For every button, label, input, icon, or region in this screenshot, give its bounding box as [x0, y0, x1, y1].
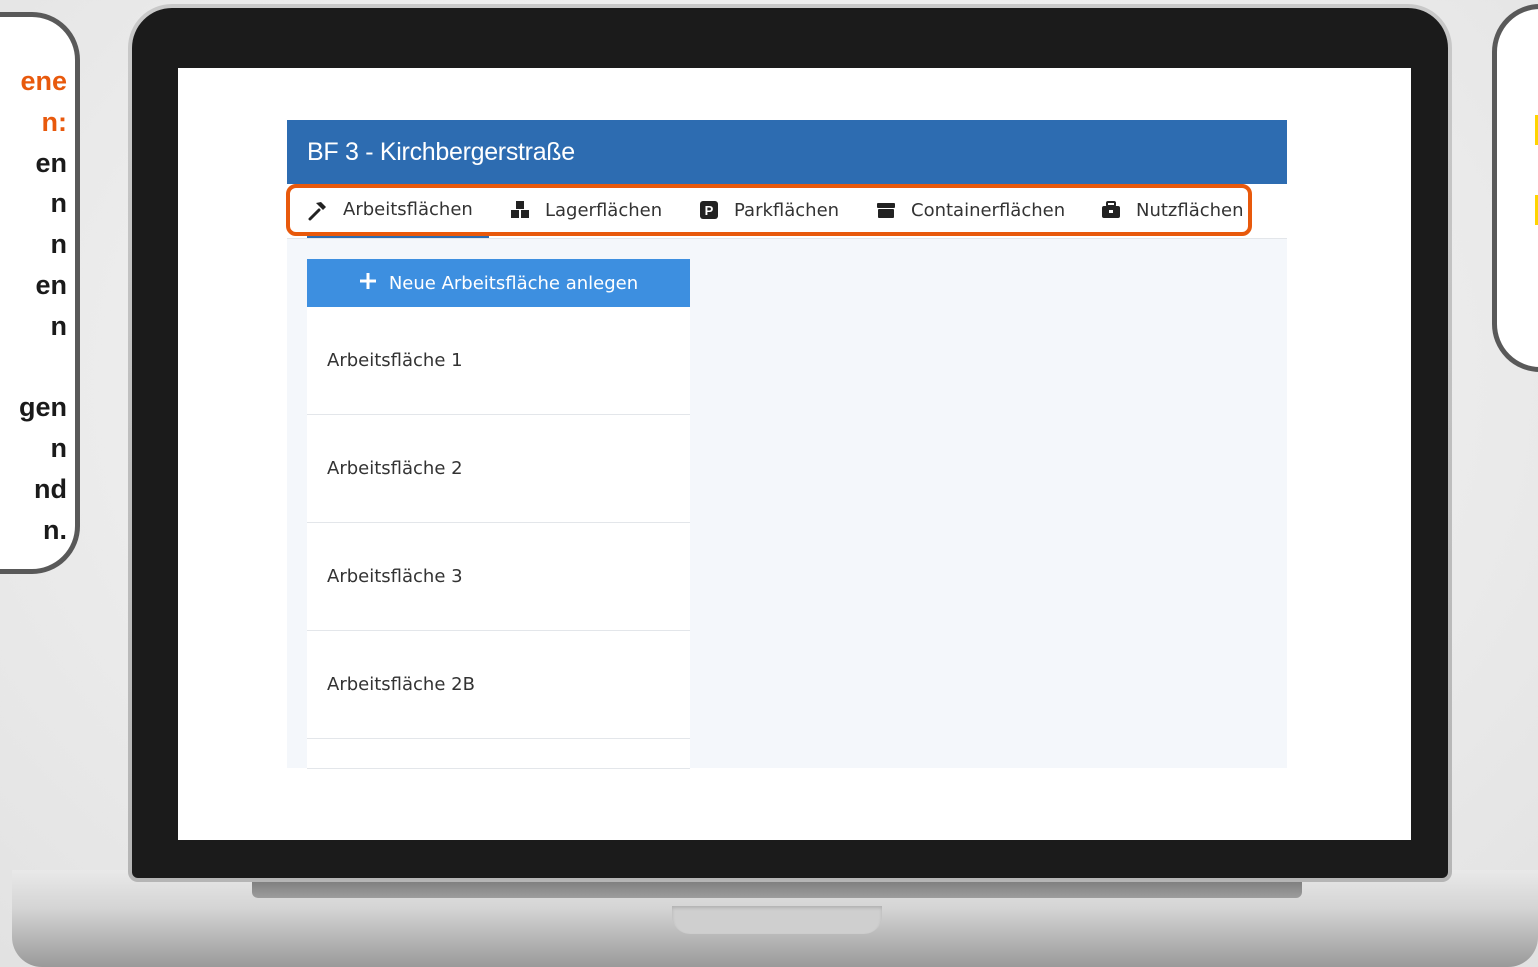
- tab-label: Nutzflächen: [1136, 199, 1244, 221]
- parking-icon: P: [698, 199, 720, 221]
- callout-line: n: [50, 229, 68, 260]
- list-item-label: Arbeitsfläche 2: [327, 458, 463, 479]
- list-item-label: Arbeitsfläche 2B: [327, 674, 475, 695]
- laptop-notch: [672, 906, 882, 934]
- callout-left: ene n: en n n en n gen n nd n.: [0, 12, 80, 574]
- callout-text: ene n: en n n en n gen n nd n.: [19, 61, 67, 551]
- list-item[interactable]: Arbeitsfläche 2B: [307, 631, 690, 739]
- callout-line: n: [50, 310, 68, 341]
- callout-line: n:: [41, 106, 67, 137]
- app-header: BF 3 - Kirchbergerstraße: [287, 120, 1287, 184]
- list-item[interactable]: Arbeitsfläche 2: [307, 415, 690, 523]
- toolbox-icon: [1100, 199, 1122, 221]
- tab-bar: Arbeitsflächen Lagerflächen P Parkfläche…: [287, 184, 1287, 239]
- new-arbeitsflaeche-button[interactable]: Neue Arbeitsfläche anlegen: [307, 259, 690, 307]
- list-item[interactable]: Arbeitsfläche 1: [307, 307, 690, 415]
- app-window: BF 3 - Kirchbergerstraße Arbeitsflächen …: [286, 120, 1287, 769]
- tab-lagerflaechen[interactable]: Lagerflächen: [509, 184, 662, 236]
- page-title: BF 3 - Kirchbergerstraße: [307, 138, 575, 166]
- callout-right: [1492, 4, 1538, 372]
- tab-label: Arbeitsflächen: [343, 199, 473, 220]
- tab-label: Parkflächen: [734, 199, 840, 221]
- tab-arbeitsflaechen[interactable]: Arbeitsflächen: [307, 184, 489, 238]
- hammer-icon: [307, 199, 329, 221]
- callout-line: ene: [20, 66, 67, 96]
- list-item-label: Arbeitsfläche 3: [327, 566, 463, 587]
- callout-line: [19, 347, 67, 388]
- callout-line: n.: [43, 514, 67, 545]
- tab-containerflaechen[interactable]: Containerflächen: [875, 184, 1065, 236]
- plus-icon: [359, 272, 377, 295]
- callout-line: n: [50, 433, 68, 464]
- tab-label: Lagerflächen: [545, 199, 663, 221]
- laptop-base: [12, 870, 1538, 967]
- tab-parkflaechen[interactable]: P Parkflächen: [698, 184, 839, 236]
- callout-line: en: [35, 147, 67, 178]
- list-item-label: Arbeitsfläche 1: [327, 350, 463, 371]
- laptop-bezel: BF 3 - Kirchbergerstraße Arbeitsflächen …: [132, 8, 1448, 878]
- container-icon: [875, 199, 897, 221]
- list-item[interactable]: Arbeitsfläche 3: [307, 523, 690, 631]
- laptop-screen: BF 3 - Kirchbergerstraße Arbeitsflächen …: [178, 68, 1411, 840]
- arbeitsflaechen-list: Arbeitsfläche 1 Arbeitsfläche 2 Arbeitsf…: [307, 307, 690, 769]
- boxes-icon: [509, 199, 531, 221]
- callout-line: n: [50, 188, 68, 219]
- tab-label: Containerflächen: [911, 199, 1066, 221]
- svg-text:P: P: [705, 203, 714, 218]
- callout-line: gen: [18, 392, 67, 423]
- list-item[interactable]: [307, 739, 690, 769]
- new-button-label: Neue Arbeitsfläche anlegen: [388, 272, 639, 294]
- callout-line: en: [35, 269, 67, 300]
- tab-nutzflaechen[interactable]: Nutzflächen: [1100, 184, 1244, 236]
- laptop-lid: BF 3 - Kirchbergerstraße Arbeitsflächen …: [128, 4, 1452, 882]
- callout-line: nd: [34, 473, 67, 504]
